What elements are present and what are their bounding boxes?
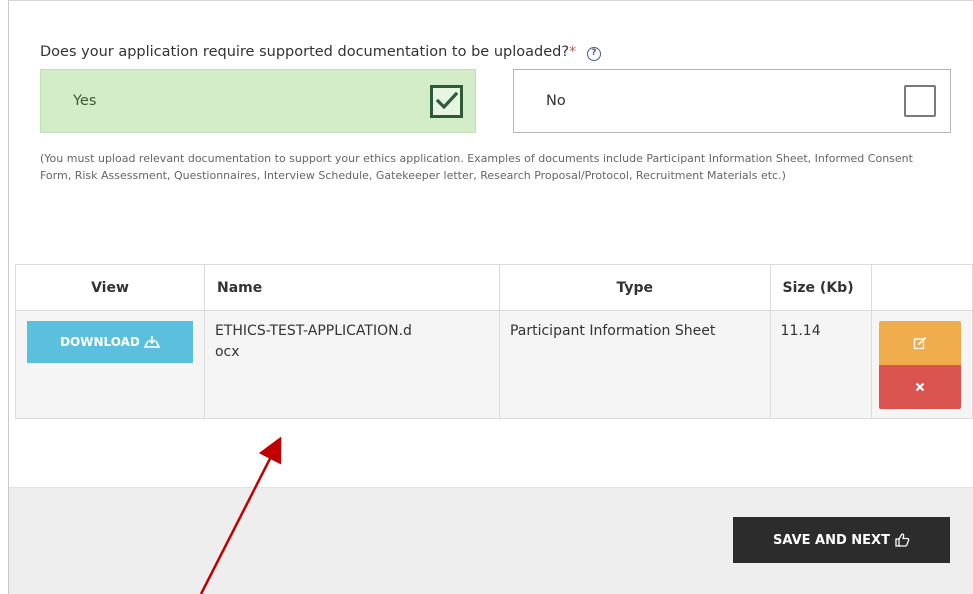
header-name: Name (203, 264, 500, 311)
header-type: Type (498, 264, 771, 311)
option-yes[interactable]: Yes (40, 69, 476, 133)
cell-name: ETHICS-TEST-APPLICATION.docx (203, 310, 500, 419)
required-mark: * (569, 44, 577, 60)
checkmark-icon (435, 92, 458, 110)
edit-button[interactable] (878, 321, 961, 365)
download-button[interactable]: DOWNLOAD (27, 321, 193, 363)
download-label: DOWNLOAD (60, 334, 140, 349)
upload-question: Does your application require supported … (40, 44, 601, 61)
row-actions (878, 321, 962, 409)
documents-table: View Name Type Size (Kb) DOWNLOAD ETHICS… (15, 264, 973, 419)
cell-type: Participant Information Sheet (498, 310, 771, 419)
option-yes-label: Yes (73, 93, 97, 109)
file-type: Participant Information Sheet (509, 323, 716, 339)
header-size: Size (Kb) (769, 264, 872, 311)
option-no-label: No (546, 93, 566, 109)
yes-checkbox[interactable] (430, 84, 463, 118)
file-name: ETHICS-TEST-APPLICATION.docx (214, 323, 412, 360)
thumbs-up-icon (895, 533, 910, 547)
option-no[interactable]: No (513, 69, 951, 133)
save-label: SAVE AND NEXT (773, 532, 890, 548)
table-header-row: View Name Type Size (Kb) (15, 264, 973, 311)
no-checkbox[interactable] (904, 85, 936, 117)
delete-button[interactable] (878, 365, 961, 409)
cell-size: 11.14 (769, 310, 872, 419)
header-view: View (15, 264, 205, 311)
close-icon (915, 382, 925, 392)
cell-actions (870, 310, 973, 419)
download-icon (143, 336, 160, 348)
cell-view: DOWNLOAD (15, 310, 205, 419)
save-and-next-button[interactable]: SAVE AND NEXT (733, 517, 950, 563)
question-text: Does your application require supported … (40, 44, 570, 60)
table-row: DOWNLOAD ETHICS-TEST-APPLICATION.docx Pa… (15, 310, 973, 419)
edit-icon (913, 336, 927, 350)
upload-note: (You must upload relevant documentation … (40, 152, 913, 182)
header-actions (870, 264, 973, 311)
question-circle-icon[interactable]: ? (586, 47, 601, 61)
